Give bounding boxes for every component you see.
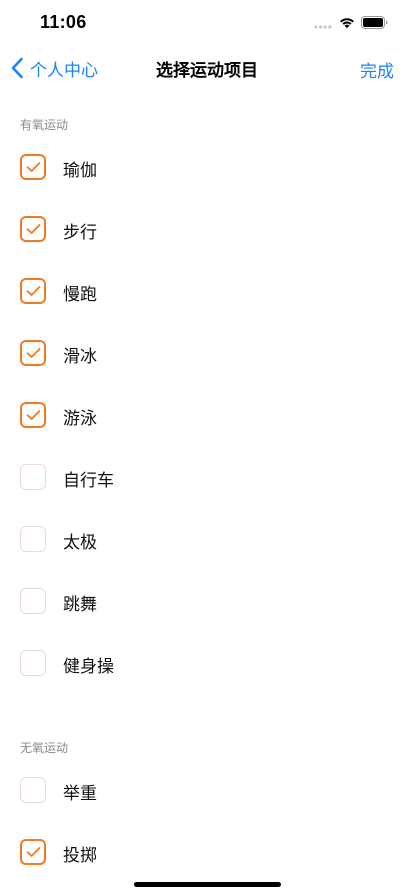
checkmark-icon [26, 410, 41, 420]
list-item-aerobics[interactable]: 健身操 [0, 640, 414, 690]
wifi-icon [340, 18, 354, 29]
checkbox[interactable] [20, 464, 46, 490]
checkbox[interactable] [20, 154, 46, 180]
checkmark-icon [26, 286, 41, 296]
checkbox[interactable] [20, 839, 46, 865]
checkbox[interactable] [20, 526, 46, 552]
cellular-signal-icon [314, 25, 332, 29]
status-time: 11:06 [40, 12, 87, 32]
list-item-skating[interactable]: 滑冰 [0, 330, 414, 380]
checkmark-icon [26, 348, 41, 358]
checkbox[interactable] [20, 340, 46, 366]
home-indicator [134, 882, 281, 887]
item-label: 健身操 [63, 657, 114, 677]
checkbox[interactable] [20, 402, 46, 428]
section-header-anaerobic: 无氧运动 [20, 741, 69, 755]
checkbox[interactable] [20, 588, 46, 614]
item-label: 瑜伽 [63, 161, 97, 181]
list-item-swimming[interactable]: 游泳 [0, 392, 414, 442]
status-bar: 11:06 [0, 0, 414, 46]
list-item-cycling[interactable]: 自行车 [0, 454, 414, 504]
page-title: 选择运动项目 [156, 61, 258, 81]
done-button[interactable]: 完成 [360, 57, 394, 82]
item-label: 跳舞 [63, 595, 97, 615]
checkbox[interactable] [20, 278, 46, 304]
item-label: 投掷 [63, 846, 97, 866]
list-item-throwing[interactable]: 投掷 [0, 829, 414, 879]
battery-icon [361, 16, 388, 29]
list-item-yoga[interactable]: 瑜伽 [0, 144, 414, 194]
checkmark-icon [26, 847, 41, 857]
checkbox[interactable] [20, 777, 46, 803]
checkbox[interactable] [20, 650, 46, 676]
navigation-bar: 个人中心 选择运动项目 完成 [0, 46, 414, 90]
item-label: 自行车 [63, 471, 114, 491]
checkbox[interactable] [20, 216, 46, 242]
item-label: 游泳 [63, 409, 97, 429]
checkmark-icon [26, 162, 41, 172]
list-item-taichi[interactable]: 太极 [0, 516, 414, 566]
item-label: 慢跑 [63, 285, 97, 305]
checkmark-icon [26, 224, 41, 234]
item-label: 滑冰 [63, 347, 97, 367]
list-item-dancing[interactable]: 跳舞 [0, 578, 414, 628]
section-header-aerobic: 有氧运动 [20, 118, 69, 132]
list-item-jogging[interactable]: 慢跑 [0, 268, 414, 318]
item-label: 太极 [63, 533, 97, 553]
list-item-walking[interactable]: 步行 [0, 206, 414, 256]
list-item-weightlifting[interactable]: 举重 [0, 767, 414, 817]
item-label: 步行 [63, 223, 97, 243]
item-label: 举重 [63, 784, 97, 804]
